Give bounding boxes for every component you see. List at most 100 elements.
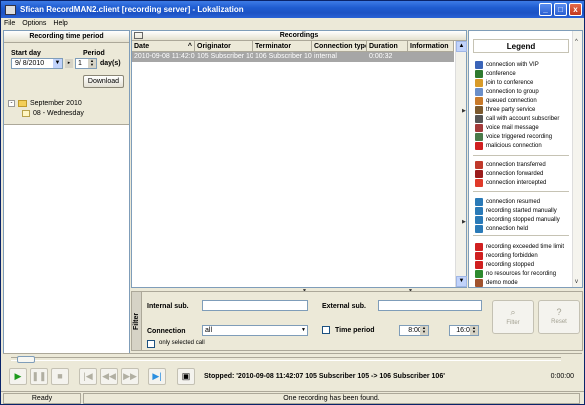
chevron-down-icon[interactable]: ▼ [53,59,62,68]
grid-icon[interactable] [134,32,143,39]
legend-item-label: call with account subscriber [486,116,560,122]
splitter-arrow-icon[interactable]: ▶ [462,219,466,225]
legend-item: connection intercepted [475,178,546,188]
spin-arrows-icon[interactable]: ▲ ▼ [88,59,96,68]
seek-track[interactable] [11,356,561,363]
legend-icon [475,252,483,260]
close-button[interactable]: x [569,3,582,16]
legend-item-label: recording exceeded time limit [486,244,565,250]
minimize-button[interactable]: _ [539,3,552,16]
filter-tab[interactable]: Filter [132,292,142,350]
forward-button[interactable]: ▶▶ [121,368,139,385]
internal-sub-input[interactable] [202,300,308,311]
legend-scrollbar[interactable]: ^ v [572,31,582,287]
legend-panel: Legend connection with VIP conference join… [468,30,583,288]
column-originator[interactable]: Originator [195,41,253,51]
scroll-up-icon[interactable]: ^ [575,39,578,45]
legend-icon [475,61,483,69]
legend-icon [475,225,483,233]
menu-help[interactable]: Help [53,20,67,27]
time-from-stepper[interactable]: 8:00 ▲ ▼ [399,325,429,336]
first-button[interactable]: |◀ [79,368,97,385]
date-spin-icon[interactable]: ▸ [65,59,73,68]
tree-item-day[interactable]: 08 - Wednesday [4,108,129,118]
cell-terminator: 106 Subscriber 106 [255,53,312,60]
play-button[interactable]: ▶ [9,368,27,385]
column-terminator[interactable]: Terminator [253,41,312,51]
status-bar: Ready One recording has been found. [1,391,584,404]
column-duration[interactable]: Duration [367,41,408,51]
column-connection-type[interactable]: Connection type [312,41,367,51]
save-button[interactable]: ▣ [177,368,195,385]
legend-item-label: three party service [486,107,536,113]
period-stepper[interactable]: 1 ▲ ▼ [75,58,97,69]
grid-header: Date ^ Originator Terminator Connection … [132,41,454,52]
app-window: Sfican RecordMAN2.client [recording serv… [0,0,585,405]
filter-tab-label: Filter [133,312,140,330]
column-information[interactable]: Information [408,41,454,51]
only-selected-checkbox[interactable] [147,340,155,348]
panel-title: Recording time period [4,31,129,43]
external-sub-input[interactable] [378,300,482,311]
legend-icon [475,161,483,169]
pause-button[interactable]: ❚❚ [30,368,48,385]
cell-originator: 105 Subscriber 105 [197,53,253,60]
binoculars-icon: ⌕ [510,307,516,317]
connection-select[interactable]: all ▼ [202,325,308,336]
tree-item-label: September 2010 [30,99,82,107]
scroll-up-icon[interactable]: ▲ [456,41,467,52]
filter-button[interactable]: ⌕ Filter [492,300,534,334]
start-day-label: Start day [11,50,41,57]
splitter-arrow-icon[interactable]: ▶ [462,108,466,114]
legend-item-label: connection with VIP [486,62,539,68]
collapse-icon[interactable]: - [8,99,15,107]
rewind-button[interactable]: ◀◀ [100,368,118,385]
legend-icon [475,142,483,150]
external-sub-label: External sub. [322,303,366,310]
legend-divider [473,235,569,236]
legend-icon [475,243,483,251]
tree-item-month[interactable]: - September 2010 [4,98,129,108]
legend-item-label: demo mode [486,280,518,286]
reset-button[interactable]: ? Reset [538,300,580,334]
legend-icon [475,270,483,278]
period-value: 1 [78,60,82,67]
column-date[interactable]: Date ^ [132,41,195,51]
seek-slider-knob[interactable] [17,356,35,363]
time-to-stepper[interactable]: 16:00 ▲ ▼ [449,325,479,336]
recordings-grid: Recordings Date ^ Originator Terminator … [131,30,467,288]
app-icon [5,4,16,15]
recordings-title: Recordings [279,32,319,39]
stop-button[interactable]: ■ [51,368,69,385]
connection-value: all [205,327,213,334]
legend-item: malicious connection [475,141,542,151]
chevron-down-icon[interactable]: ▼ [301,326,306,335]
scroll-down-icon[interactable]: ▼ [456,276,467,287]
legend-title: Legend [473,39,569,53]
next-button[interactable]: ▶| [148,368,166,385]
menu-options[interactable]: Options [22,20,46,27]
legend-icon [475,179,483,187]
recordings-title-bar: Recordings [132,31,466,41]
maximize-button[interactable]: □ [554,3,567,16]
download-button[interactable]: Download [83,75,124,88]
player-time: 0:00:00 [550,373,574,380]
calendar-icon [22,109,30,117]
question-icon: ? [556,307,562,317]
grid-scrollbar[interactable]: ▲ ▼ [455,41,467,287]
legend-item-label: recording stopped [486,262,535,268]
time-period-checkbox[interactable] [322,326,330,334]
spin-arrows-icon[interactable]: ▲ ▼ [420,326,428,335]
legend-icon [475,88,483,96]
start-day-picker[interactable]: 9/ 8/2010 ▼ [11,58,63,69]
spin-arrows-icon[interactable]: ▲ ▼ [470,326,478,335]
scroll-down-icon[interactable]: v [575,279,578,285]
legend-icon [475,279,483,287]
legend-icon [475,133,483,141]
legend-item: connection held [475,224,528,234]
recording-time-period-panel: Recording time period Start day Period 9… [3,30,130,375]
reset-button-label: Reset [551,319,567,325]
table-row[interactable]: 2010-09-08 11:42:07 105 Subscriber 105 1… [132,52,454,62]
legend-item-label: connection resumed [486,199,541,205]
menu-file[interactable]: File [4,20,15,27]
